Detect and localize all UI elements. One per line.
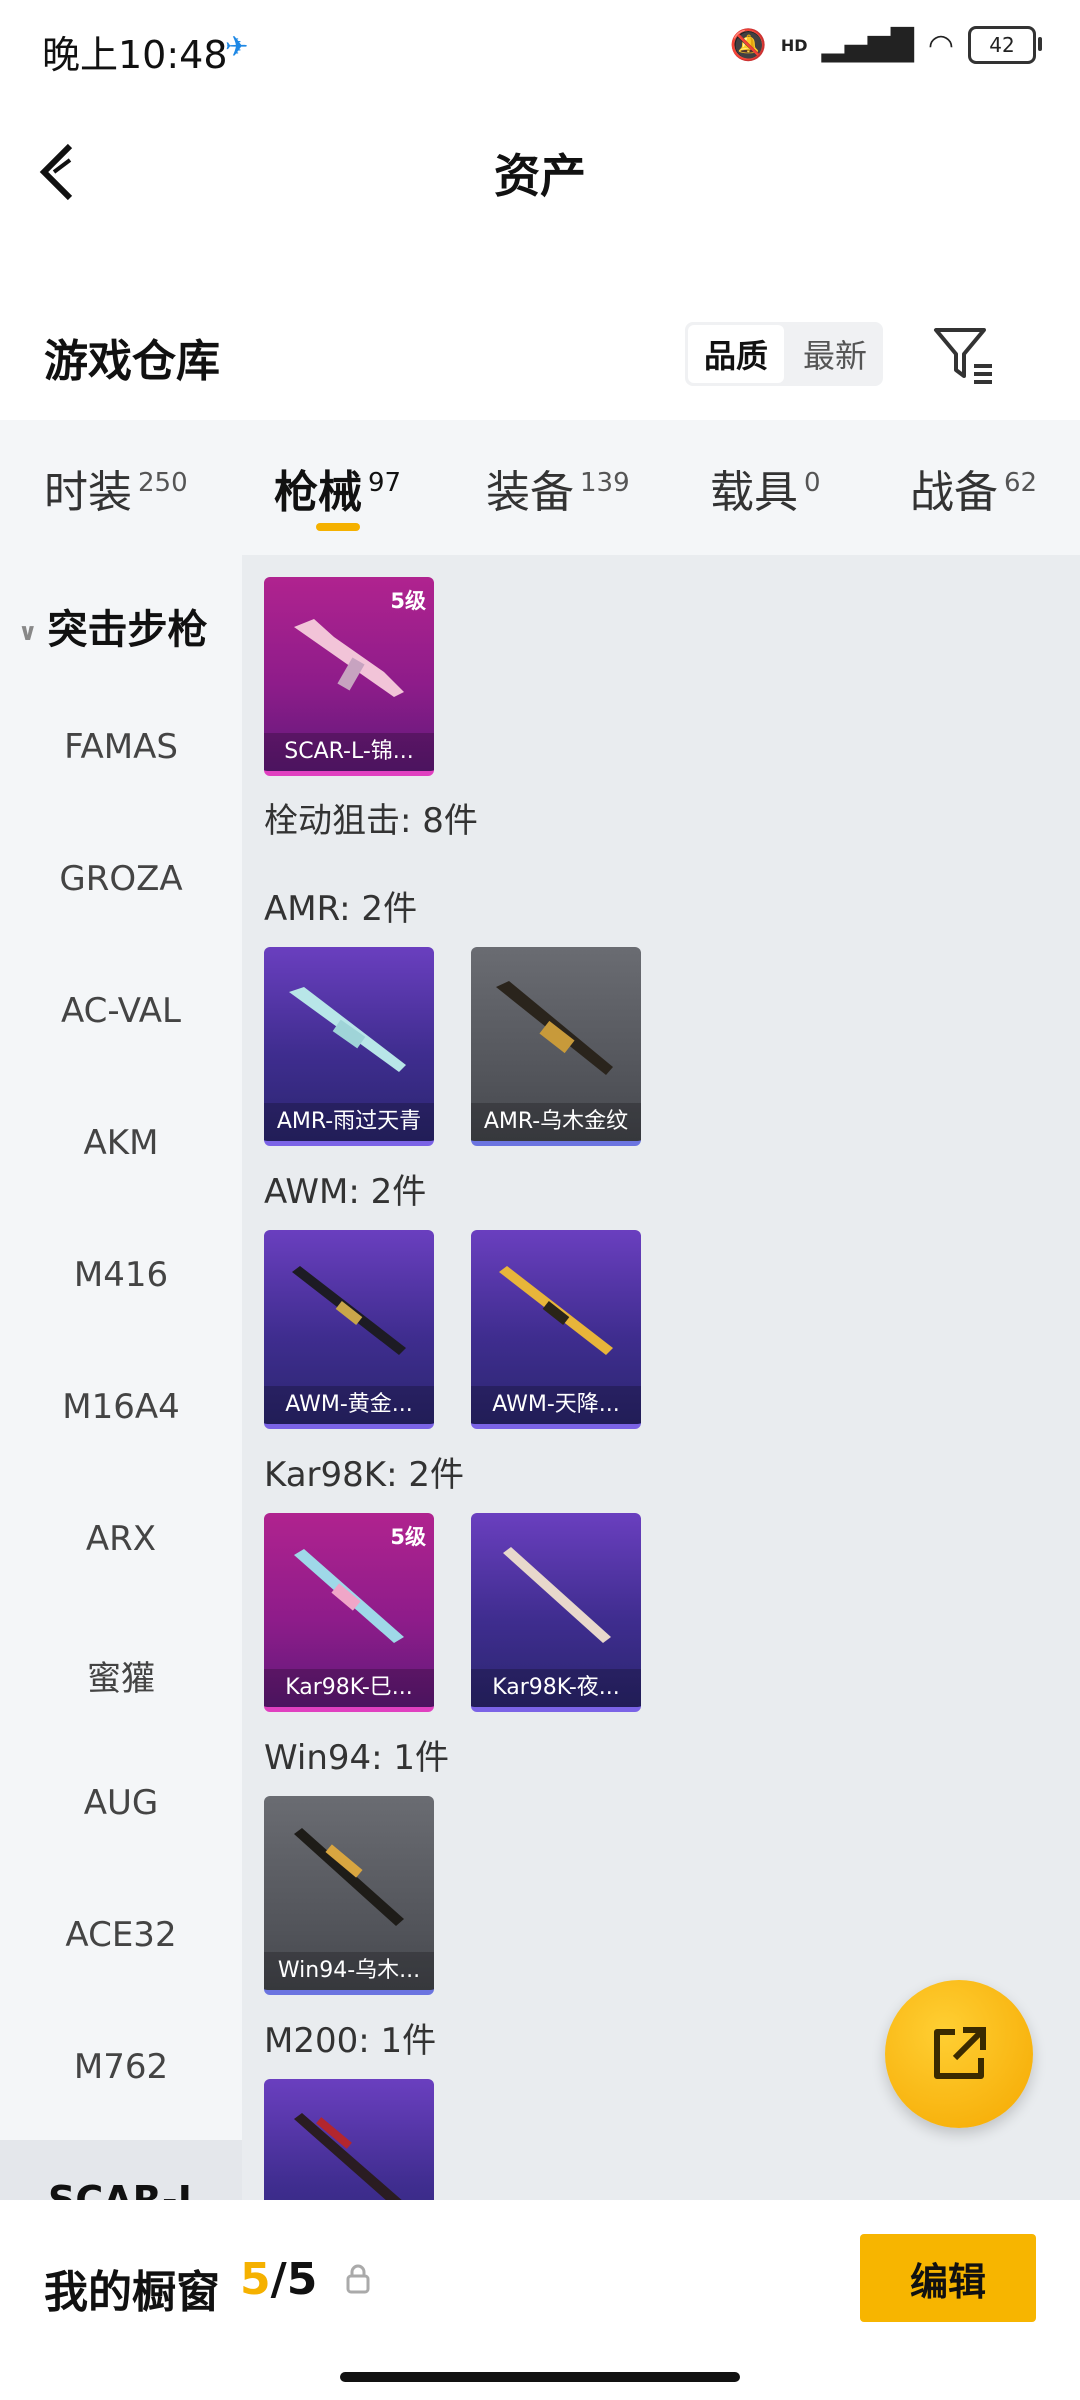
item-card[interactable]: Kar98K-夜... (471, 1513, 641, 1712)
item-name: SCAR-L-锦... (264, 733, 434, 771)
item-name: AMR-乌木金纹 (471, 1103, 641, 1141)
tab-count: 139 (580, 468, 630, 499)
signal-icon: ▂▄▆█ (821, 27, 914, 63)
network-hd-label: HD (780, 35, 808, 55)
group-title: Win94: 1件 (264, 1738, 450, 1778)
lock-icon[interactable] (345, 2264, 371, 2294)
sniper-icon (292, 1266, 406, 1355)
sidebar-item[interactable]: ACE32 (0, 1915, 242, 1955)
sidebar-item-selected[interactable]: SCAR-L (0, 2140, 242, 2222)
sidebar-item[interactable]: AKM (0, 1123, 242, 1163)
warehouse-title: 游戏仓库 (44, 336, 220, 387)
item-card[interactable]: Win94-乌木... (264, 1796, 434, 1995)
sidebar-item[interactable]: 蜜獾 (0, 1651, 242, 1700)
sidebar-item[interactable]: M16A4 (0, 1387, 242, 1427)
item-card[interactable]: AWM-黄金... (264, 1230, 434, 1429)
sniper-icon (503, 1547, 611, 1643)
tab-label: 装备 (486, 467, 574, 518)
wifi-icon: ◠ (927, 27, 954, 63)
status-icons: 🔕 HD ▂▄▆█ ◠ 42 (729, 26, 1042, 64)
sniper-icon (496, 981, 613, 1075)
item-name: AWM-天降... (471, 1386, 641, 1424)
sidebar-item[interactable]: FAMAS (0, 727, 242, 767)
weapon-sidebar: ∨ 突击步枪 FAMAS GROZA AC-VAL AKM M416 M16A4 … (0, 555, 242, 2140)
tab-count: 250 (138, 468, 188, 499)
filter-icon[interactable] (930, 320, 1000, 390)
page-title: 资产 (494, 149, 586, 203)
item-card[interactable]: 5级 Kar98K-巳... (264, 1513, 434, 1712)
share-button[interactable] (885, 1980, 1033, 2128)
group-title: M200: 1件 (264, 2021, 437, 2061)
tab-label: 战备 (910, 467, 998, 518)
sniper-icon (499, 1266, 613, 1355)
item-name: Win94-乌木... (264, 1952, 434, 1990)
section-title: 栓动狙击: 8件 (264, 801, 478, 841)
showcase-count-current: 5 (240, 2254, 271, 2305)
airplane-notification-icon: ✈ (225, 30, 249, 63)
sort-toggle: 品质 最新 (685, 322, 883, 386)
sidebar-group-assault-rifles[interactable]: ∨ 突击步枪 (18, 597, 208, 655)
sidebar-item[interactable]: ARX (0, 1519, 242, 1559)
item-card[interactable]: 5级 SCAR-L-锦... (264, 577, 434, 776)
item-name: Kar98K-夜... (471, 1669, 641, 1707)
chevron-down-icon: ∨ (18, 618, 38, 646)
battery-icon: 42 (968, 26, 1042, 64)
item-card[interactable]: AWM-天降... (471, 1230, 641, 1429)
tab-count: 97 (368, 468, 402, 499)
tab-supplies[interactable]: 战备 62 (910, 456, 1037, 520)
status-bar: 晚上10:48 ✈ 🔕 HD ▂▄▆█ ◠ 42 (0, 0, 1080, 96)
showcase-label: 我的橱窗 (44, 2267, 220, 2318)
sniper-icon (289, 987, 406, 1072)
item-name: AMR-雨过天青 (264, 1103, 434, 1141)
sidebar-item[interactable]: AC-VAL (0, 991, 242, 1031)
item-grid: 5级 SCAR-L-锦... 栓动狙击: 8件 AMR: 2件 AMR-雨过天青… (242, 555, 1080, 2200)
rifle-icon (294, 619, 404, 697)
sidebar-item[interactable]: GROZA (0, 859, 242, 899)
share-icon (934, 2027, 986, 2079)
item-card[interactable]: AMR-雨过天青 (264, 947, 434, 1146)
group-title: Kar98K: 2件 (264, 1455, 464, 1495)
home-indicator[interactable] (340, 2372, 740, 2382)
sort-newest-button[interactable]: 最新 (787, 322, 883, 386)
item-card[interactable] (264, 2079, 434, 2200)
tab-count: 0 (804, 468, 821, 499)
sidebar-group-label: 突击步枪 (47, 607, 208, 653)
rifle-icon (294, 1828, 404, 1926)
group-title: AWM: 2件 (264, 1172, 427, 1212)
showcase-count: 5/5 (240, 2254, 317, 2305)
tab-vehicles[interactable]: 载具 0 (710, 456, 821, 520)
tab-label: 载具 (710, 467, 798, 518)
sidebar-item[interactable]: M762 (0, 2047, 242, 2087)
sniper-icon (294, 2113, 402, 2200)
sort-quality-button[interactable]: 品质 (688, 325, 784, 383)
mute-icon: 🔕 (729, 27, 767, 63)
active-tab-indicator (316, 523, 360, 531)
tab-count: 62 (1004, 468, 1038, 499)
item-name: AWM-黄金... (264, 1386, 434, 1424)
showcase-count-total: /5 (270, 2254, 318, 2305)
edit-button[interactable]: 编辑 (860, 2234, 1036, 2322)
tab-equipment[interactable]: 装备 139 (486, 456, 630, 520)
tab-label: 时装 (44, 467, 132, 518)
tab-guns[interactable]: 枪械 97 (274, 456, 401, 520)
tab-fashion[interactable]: 时装 250 (44, 456, 188, 520)
sniper-icon (294, 1549, 404, 1643)
sidebar-item[interactable]: AUG (0, 1783, 242, 1823)
tab-label: 枪械 (274, 467, 362, 518)
category-tabs: 时装 250 枪械 97 装备 139 载具 0 战备 62 (0, 420, 1080, 555)
item-card[interactable]: AMR-乌木金纹 (471, 947, 641, 1146)
sidebar-item[interactable]: M416 (0, 1255, 242, 1295)
item-name: Kar98K-巳... (264, 1669, 434, 1707)
group-title: AMR: 2件 (264, 889, 418, 929)
status-time: 晚上10:48 (42, 33, 228, 77)
